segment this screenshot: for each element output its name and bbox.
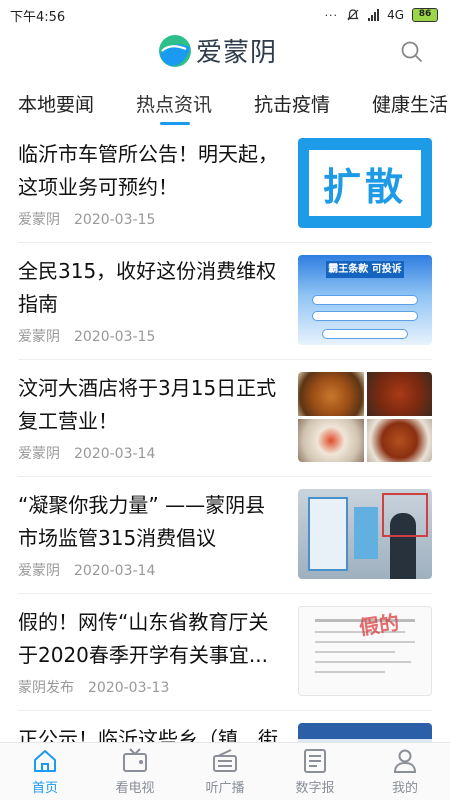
news-item[interactable]: 全民315，收好这份消费维权指南 爱蒙阴 2020-03-15 霸王条款 可投诉 bbox=[0, 243, 450, 360]
document-line bbox=[315, 661, 411, 663]
news-date: 2020-03-15 bbox=[74, 329, 156, 345]
document-line bbox=[315, 671, 385, 673]
news-date: 2020-03-13 bbox=[88, 680, 170, 696]
news-thumbnail[interactable] bbox=[298, 372, 432, 462]
news-thumbnail[interactable]: 假的 bbox=[298, 606, 432, 696]
nav-label: 听广播 bbox=[205, 781, 245, 796]
news-meta: 爱蒙阴 2020-03-14 bbox=[18, 560, 155, 580]
news-date: 2020-03-14 bbox=[74, 563, 156, 579]
network-type: 4G bbox=[387, 8, 404, 22]
nav-profile[interactable]: 我的 bbox=[360, 743, 450, 800]
nav-newspaper[interactable]: 数字报 bbox=[270, 743, 360, 800]
active-tab-indicator bbox=[160, 122, 190, 125]
news-thumbnail[interactable] bbox=[298, 489, 432, 579]
status-bar: 下午4:56 ··· 4G 86 bbox=[0, 0, 450, 30]
signal-icon bbox=[368, 9, 380, 21]
photo-frame bbox=[382, 493, 428, 537]
battery-icon: 86 bbox=[412, 8, 438, 22]
thumbnail-line bbox=[312, 295, 418, 305]
mute-icon bbox=[347, 9, 359, 21]
photo-poster bbox=[354, 507, 378, 559]
nav-label: 首页 bbox=[31, 781, 58, 796]
news-item[interactable]: 临沂市车管所公告！明天起，这项业务可预约！ 爱蒙阴 2020-03-15 扩散 bbox=[0, 126, 450, 243]
tab-fight-epidemic[interactable]: 抗击疫情 bbox=[254, 90, 330, 117]
news-date: 2020-03-14 bbox=[74, 446, 156, 462]
news-item[interactable]: 假的！网传“山东省教育厅关于2020春季开学有关事宜... 蒙阴发布 2020-0… bbox=[0, 594, 450, 711]
tab-local-news[interactable]: 本地要闻 bbox=[18, 90, 94, 117]
food-photo bbox=[366, 372, 432, 416]
newspaper-icon bbox=[304, 749, 326, 773]
document-line bbox=[315, 651, 395, 653]
thumbnail-header bbox=[298, 723, 432, 739]
news-source: 爱蒙阴 bbox=[18, 329, 60, 345]
status-time: 下午4:56 bbox=[10, 9, 66, 25]
app-logo: 爱蒙阴 bbox=[158, 32, 277, 69]
news-source: 爱蒙阴 bbox=[18, 446, 60, 462]
nav-label: 看电视 bbox=[115, 781, 155, 796]
news-title[interactable]: 全民315，收好这份消费维权指南 bbox=[18, 255, 280, 321]
news-meta: 爱蒙阴 2020-03-15 bbox=[18, 209, 155, 229]
document-line bbox=[315, 641, 415, 643]
food-photo bbox=[366, 418, 432, 462]
radio-icon bbox=[213, 749, 237, 772]
food-photo bbox=[298, 418, 364, 462]
thumbnail-line bbox=[312, 311, 418, 321]
category-tabs: 本地要闻 热点资讯 抗击疫情 健康生活 bbox=[0, 82, 450, 126]
news-meta: 蒙阴发布 2020-03-13 bbox=[18, 677, 169, 697]
news-title[interactable]: 假的！网传“山东省教育厅关于2020春季开学有关事宜... bbox=[18, 606, 280, 672]
news-title[interactable]: 临沂市车管所公告！明天起，这项业务可预约！ bbox=[18, 138, 280, 204]
news-source: 爱蒙阴 bbox=[18, 212, 60, 228]
fake-stamp: 假的 bbox=[357, 610, 401, 640]
status-icons: ··· 4G 86 bbox=[325, 8, 438, 22]
news-meta: 爱蒙阴 2020-03-14 bbox=[18, 443, 155, 463]
tab-healthy-life[interactable]: 健康生活 bbox=[372, 90, 448, 117]
news-source: 爱蒙阴 bbox=[18, 563, 60, 579]
news-title[interactable]: 汶河大酒店将于3月15日正式复工营业！ bbox=[18, 372, 280, 438]
news-date: 2020-03-15 bbox=[74, 212, 156, 228]
app-name: 爱蒙阴 bbox=[196, 38, 278, 68]
thumbnail-text: 霸王条款 可投诉 bbox=[326, 261, 404, 278]
logo-mark-icon bbox=[159, 34, 191, 67]
news-thumbnail[interactable]: 霸王条款 可投诉 bbox=[298, 255, 432, 345]
nav-tv[interactable]: 看电视 bbox=[90, 743, 180, 800]
news-item[interactable]: 汶河大酒店将于3月15日正式复工营业！ 爱蒙阴 2020-03-14 bbox=[0, 360, 450, 477]
news-meta: 爱蒙阴 2020-03-15 bbox=[18, 326, 155, 346]
news-item[interactable]: “凝聚你我力量” ——蒙阴县市场监管315消费倡议 爱蒙阴 2020-03-14 bbox=[0, 477, 450, 594]
nav-label: 数字报 bbox=[295, 781, 335, 796]
tab-hot-news[interactable]: 热点资讯 bbox=[136, 90, 212, 117]
news-thumbnail[interactable]: 扩散 bbox=[298, 138, 432, 228]
food-photo bbox=[298, 372, 364, 416]
tv-icon bbox=[123, 748, 147, 772]
app-header: 爱蒙阴 bbox=[0, 30, 450, 76]
news-source: 蒙阴发布 bbox=[18, 680, 74, 696]
thumbnail-text: 扩散 bbox=[322, 164, 407, 209]
user-icon bbox=[393, 749, 417, 773]
more-dots-icon: ··· bbox=[324, 8, 339, 22]
search-icon[interactable] bbox=[400, 40, 424, 64]
photo-poster bbox=[308, 497, 348, 571]
nav-label: 我的 bbox=[391, 781, 418, 796]
thumbnail-line bbox=[322, 329, 408, 339]
nav-radio[interactable]: 听广播 bbox=[180, 743, 270, 800]
home-icon bbox=[34, 750, 56, 772]
news-title[interactable]: “凝聚你我力量” ——蒙阴县市场监管315消费倡议 bbox=[18, 489, 280, 555]
bottom-nav: 首页 看电视 听广播 数字报 我的 bbox=[0, 742, 450, 800]
nav-home[interactable]: 首页 bbox=[0, 743, 90, 800]
